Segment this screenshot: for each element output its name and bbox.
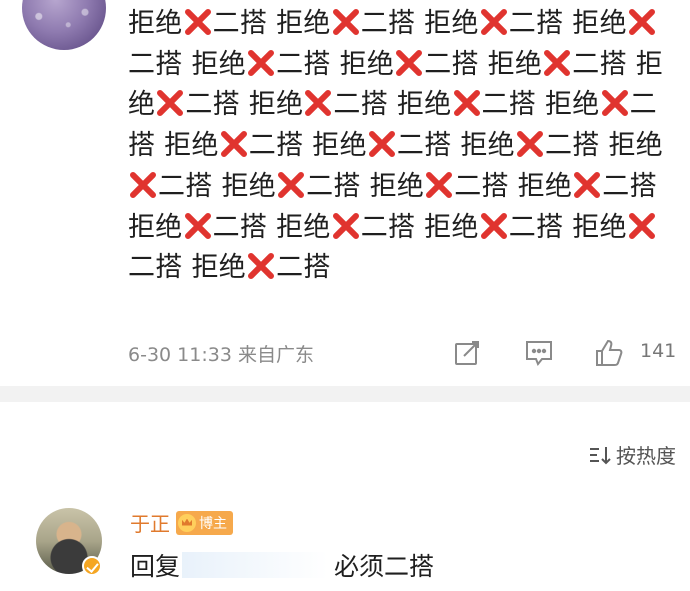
comment-text-segment: 二搭 拒绝 [360,8,479,39]
cross-mark-icon [396,49,423,76]
like-count: 141 [640,340,677,362]
verified-badge-icon [82,556,102,576]
reply-author[interactable]: 于正 博主 [130,508,233,537]
host-badge: 博主 [176,510,233,535]
cross-mark-icon [130,171,156,198]
comment-text-segment: 拒绝 [128,8,183,39]
comment-text-segment: 二搭 拒绝 [185,89,304,121]
cross-mark-icon [368,131,395,158]
reply-prefix: 回复 [130,552,181,581]
cross-mark-icon [453,90,480,117]
sort-toggle[interactable]: 按热度 [588,440,676,469]
comment-text-segment: 二搭 拒绝 [544,130,664,162]
crown-icon [178,513,196,532]
host-badge-label: 博主 [199,515,227,532]
comment-text-segment: 二搭 拒绝 [360,211,479,243]
comment-text-segment: 二搭 拒绝 [306,170,425,202]
cross-mark-icon [157,90,184,117]
cross-mark-icon [332,9,359,35]
comment-text-segment: 二搭 拒绝 [424,48,543,80]
cross-mark-icon [601,90,628,117]
cross-mark-icon [332,212,359,239]
cross-mark-icon [248,49,275,76]
like-icon[interactable] [594,338,624,368]
comment-text-segment: 二搭 拒绝 [158,170,277,202]
reply-author-name[interactable]: 于正 [130,508,170,537]
comment-text-segment: 二搭 拒绝 [481,89,600,121]
cross-mark-icon [305,90,332,117]
comment-meta: 6-30 11:33 来自广东 141 [128,338,680,368]
cross-mark-icon [248,253,275,280]
comment-text-segment: 二搭 拒绝 [396,130,515,162]
cross-mark-icon [184,212,211,239]
cross-mark-icon [426,171,453,198]
cross-mark-icon [628,9,655,35]
comment-text-segment: 二搭 拒绝 [128,252,247,284]
comment-text-segment: 二搭 拒绝 [212,211,331,243]
comment-text-segment: 二搭 拒绝 [212,8,331,39]
cross-mark-icon [574,171,601,198]
comment-text-segment: 二搭 拒绝 [508,211,627,243]
share-icon[interactable] [452,338,482,368]
cross-mark-icon [220,131,247,158]
sort-icon [590,446,611,464]
commenter-avatar[interactable] [22,0,106,50]
cross-mark-icon [516,131,543,158]
comment-icon[interactable] [524,338,554,368]
comment-text: 拒绝 二搭 拒绝 二搭 拒绝 二搭 拒绝二搭 拒绝 二搭 拒绝 二搭 拒绝 二搭 拒绝 二搭 … [128,4,673,289]
sort-label: 按热度 [616,444,676,468]
comment-text-segment: 二搭 拒绝 [128,48,247,80]
comment-text-segment: 二搭 拒绝 [276,48,395,80]
reply-content: 必须二搭 [334,552,435,581]
comment-text-segment: 二搭 [276,252,331,284]
reply-text: 回复 必须二搭 [130,547,690,583]
masked-username [182,552,329,578]
comment-time: 6-30 11:33 来自广东 [128,344,314,366]
comment-text-segment: 二搭 拒绝 [333,89,452,121]
section-divider [0,386,690,402]
cross-mark-icon [628,212,655,239]
cross-mark-icon [278,171,305,198]
comment-text-segment: 二搭 拒绝 [248,130,367,162]
comment-text-segment: 二搭 拒绝 [508,8,627,39]
cross-mark-icon [480,212,507,239]
cross-mark-icon [544,49,571,76]
comment-text-segment: 二搭 拒绝 [454,170,573,202]
cross-mark-icon [480,9,507,35]
cross-mark-icon [184,9,211,35]
